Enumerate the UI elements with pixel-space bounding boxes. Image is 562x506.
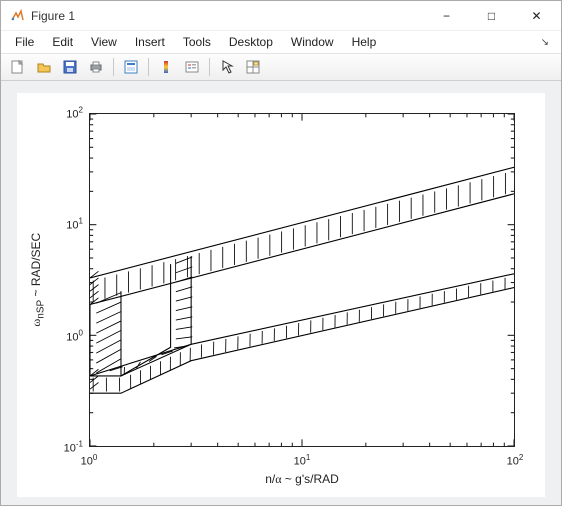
toolbar-sep: [113, 58, 114, 76]
plot-frame: ωnSP ~ RAD/SEC 102 101 100 10-1 100 101 …: [17, 93, 545, 497]
x-axis-label: n/α ~ g's/RAD: [89, 472, 515, 487]
edit-plot-button[interactable]: [216, 56, 238, 78]
xtick: 102: [507, 453, 524, 468]
figure-area: ωnSP ~ RAD/SEC 102 101 100 10-1 100 101 …: [1, 81, 561, 505]
print-preview-button[interactable]: [120, 56, 142, 78]
menu-view[interactable]: View: [83, 33, 125, 51]
ytick: 10-1: [57, 440, 83, 455]
save-button[interactable]: [59, 56, 81, 78]
toolbar-sep: [148, 58, 149, 76]
menu-edit[interactable]: Edit: [44, 33, 81, 51]
menu-insert[interactable]: Insert: [127, 33, 173, 51]
new-figure-button[interactable]: [7, 56, 29, 78]
menu-file[interactable]: File: [7, 33, 42, 51]
menubar: File Edit View Insert Tools Desktop Wind…: [1, 31, 561, 53]
axes[interactable]: [89, 113, 515, 447]
xtick: 101: [294, 453, 311, 468]
open-button[interactable]: [33, 56, 55, 78]
close-button[interactable]: ✕: [514, 2, 559, 30]
maximize-button[interactable]: □: [469, 2, 514, 30]
y-axis-label: ωnSP ~ RAD/SEC: [29, 113, 47, 447]
xtick: 100: [81, 453, 98, 468]
toolbar-sep: [209, 58, 210, 76]
insert-colorbar-button[interactable]: [155, 56, 177, 78]
window-title: Figure 1: [31, 9, 75, 23]
insert-legend-button[interactable]: [181, 56, 203, 78]
menu-help[interactable]: Help: [344, 33, 385, 51]
titlebar: Figure 1 − □ ✕: [1, 1, 561, 31]
menu-desktop[interactable]: Desktop: [221, 33, 281, 51]
ytick: 101: [57, 217, 83, 232]
menu-tools[interactable]: Tools: [175, 33, 219, 51]
ytick: 102: [57, 106, 83, 121]
print-button[interactable]: [85, 56, 107, 78]
dock-caret-icon[interactable]: ↘: [535, 35, 555, 50]
matlab-icon: [9, 8, 25, 24]
ytick: 100: [57, 328, 83, 343]
menu-window[interactable]: Window: [283, 33, 342, 51]
toolbar: [1, 53, 561, 81]
minimize-button[interactable]: −: [424, 2, 469, 30]
data-cursor-button[interactable]: [242, 56, 264, 78]
